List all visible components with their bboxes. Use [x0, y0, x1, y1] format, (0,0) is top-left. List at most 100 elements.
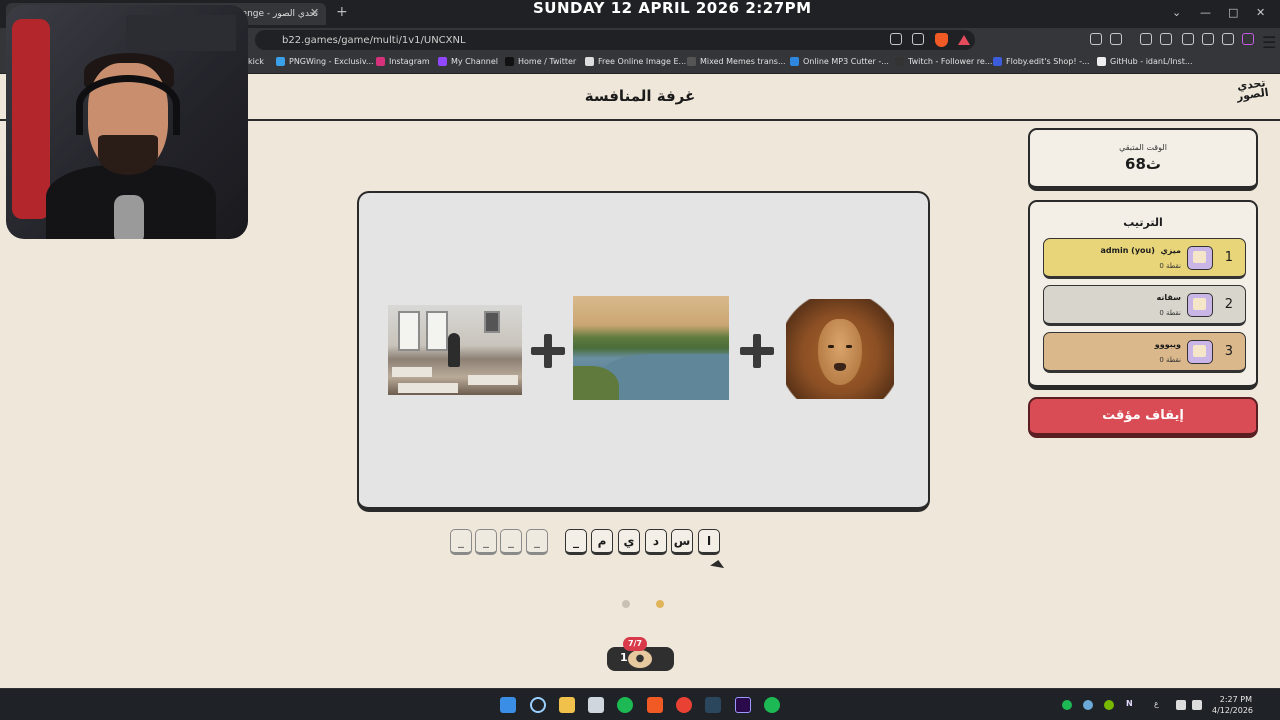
tray-onenote-icon[interactable]: N: [1126, 699, 1133, 708]
chrome-icon[interactable]: [676, 697, 692, 713]
answer-slot-empty[interactable]: _: [500, 529, 522, 555]
answer-slot-letter[interactable]: ا: [698, 529, 720, 555]
puzzle-card: [357, 191, 930, 512]
bookmark-label: Mixed Memes trans...: [700, 57, 786, 66]
tray-steam-icon[interactable]: [1083, 700, 1093, 710]
ranking-row: 3 ويبووو 0 نقطة: [1043, 332, 1246, 373]
player-points: 0 نقطة: [1159, 309, 1181, 317]
timer-label: الوقت المتبقي: [1119, 143, 1167, 152]
file-explorer-icon[interactable]: [559, 697, 575, 713]
leo-icon[interactable]: [1202, 33, 1214, 45]
profile-icon[interactable]: [1242, 33, 1254, 45]
music-icon[interactable]: [1160, 33, 1172, 45]
bookmark-label: kick: [248, 57, 264, 66]
input-language[interactable]: ع: [1154, 699, 1159, 708]
rank-number: 1: [1224, 250, 1233, 265]
answer-slot-empty[interactable]: _: [475, 529, 497, 555]
tab-list-chevron-icon[interactable]: ⌄: [1172, 6, 1181, 19]
bookmark-item[interactable]: PNGWing - Exclusiv...: [276, 57, 374, 66]
player-points: 0 نقطة: [1159, 262, 1181, 270]
close-window-icon[interactable]: ✕: [1256, 6, 1265, 19]
bookmark-label: My Channel: [451, 57, 499, 66]
bookmark-label: Floby.edit's Shop! -...: [1006, 57, 1090, 66]
pause-button[interactable]: إيقاف مؤقت: [1028, 397, 1258, 438]
maximize-icon[interactable]: □: [1228, 6, 1238, 19]
url-text: b22.games/game/multi/1v1/UNCXNL: [282, 34, 466, 46]
volume-icon[interactable]: [1192, 700, 1202, 710]
rank-number: 2: [1224, 297, 1233, 312]
minimize-icon[interactable]: —: [1200, 6, 1211, 19]
bookmark-item[interactable]: Mixed Memes trans...: [687, 57, 786, 66]
start-icon[interactable]: [500, 697, 516, 713]
site-logo[interactable]: تحدي الصور: [1231, 76, 1273, 103]
page-title: غرفة المنافسة: [584, 87, 696, 105]
answer-slot-letter[interactable]: د: [645, 529, 667, 555]
brave-shield-icon[interactable]: [935, 33, 948, 47]
answer-slot-letter[interactable]: م: [591, 529, 613, 555]
bookmark-item[interactable]: GitHub - idanL/Inst...: [1097, 57, 1192, 66]
github-icon: [1097, 57, 1106, 66]
share-icon[interactable]: [912, 33, 924, 45]
player-points: 0 نقطة: [1159, 356, 1181, 364]
brave-icon[interactable]: [647, 697, 663, 713]
reading-list-icon[interactable]: [1140, 33, 1152, 45]
page-dot-active[interactable]: [656, 600, 664, 608]
answer-slot-empty[interactable]: _: [450, 529, 472, 555]
player-avatar: [1187, 246, 1213, 270]
shop-icon: [993, 57, 1002, 66]
address-bar[interactable]: b22.games/game/multi/1v1/UNCXNL: [255, 30, 975, 50]
steam-icon[interactable]: [705, 697, 721, 713]
search-icon[interactable]: [530, 697, 546, 713]
network-icon[interactable]: [1176, 700, 1186, 710]
player-name: سقانه: [1156, 293, 1181, 302]
rank-number: 3: [1224, 344, 1233, 359]
bookmark-item[interactable]: My Channel: [438, 57, 498, 66]
memes-icon: [687, 57, 696, 66]
bookmark-item[interactable]: Online MP3 Cutter -...: [790, 57, 889, 66]
windows-taskbar: N ع 2:27 PM 4/12/2026: [0, 688, 1280, 720]
extensions-icon[interactable]: [1090, 33, 1102, 45]
answer-slot-letter[interactable]: _: [565, 529, 587, 555]
answer-slot-empty[interactable]: _: [526, 529, 548, 555]
premiere-icon[interactable]: [735, 697, 751, 713]
screenshot-icon[interactable]: [1110, 33, 1122, 45]
answer-slot-letter[interactable]: س: [671, 529, 693, 555]
player-avatar: [1187, 293, 1213, 317]
stream-datetime-overlay: SUNDAY 12 APRIL 2026 2:27PM: [533, 0, 812, 17]
bookmark-item[interactable]: Twitch - Follower re...: [895, 57, 992, 66]
brave-rewards-icon[interactable]: [958, 35, 970, 45]
tab-close-icon[interactable]: ✕: [310, 6, 319, 19]
bookmark-label: Online MP3 Cutter -...: [803, 57, 889, 66]
ranking-row: 1 admin (you) ميزي 0 نقطة: [1043, 238, 1246, 279]
ranking-title: الترتيب: [1123, 216, 1163, 229]
player-name: ويبووو: [1154, 340, 1181, 349]
bookmark-item[interactable]: kick: [248, 57, 264, 66]
obs-icon[interactable]: [764, 697, 780, 713]
bookmark-item[interactable]: Instagram: [376, 57, 430, 66]
mp3-cutter-icon: [790, 57, 799, 66]
spotify-icon[interactable]: [617, 697, 633, 713]
new-tab-icon[interactable]: +: [336, 4, 348, 20]
translate-icon[interactable]: [890, 33, 902, 45]
ranking-row: 2 سقانه 0 نقطة: [1043, 285, 1246, 326]
pngwing-icon: [276, 57, 285, 66]
menu-icon[interactable]: ☰: [1262, 33, 1276, 52]
tray-nvidia-icon[interactable]: [1104, 700, 1114, 710]
store-icon[interactable]: [588, 697, 604, 713]
bookmark-item[interactable]: Free Online Image E...: [585, 57, 686, 66]
twitch-icon: [895, 57, 904, 66]
mouse-cursor-icon: [710, 559, 730, 583]
bookmark-label: Twitch - Follower re...: [908, 57, 993, 66]
sidebar-icon[interactable]: [1182, 33, 1194, 45]
vpn-icon[interactable]: [1222, 33, 1234, 45]
page-dot-inactive[interactable]: [622, 600, 630, 608]
system-clock[interactable]: 2:27 PM 4/12/2026: [1212, 694, 1253, 716]
player-name: admin (you) ميزي: [1100, 246, 1181, 255]
image-editor-icon: [585, 57, 594, 66]
bookmark-item[interactable]: Floby.edit's Shop! -...: [993, 57, 1090, 66]
bookmark-item[interactable]: Home / Twitter: [505, 57, 576, 66]
plus-icon: [740, 334, 774, 368]
tray-spotify-icon[interactable]: [1062, 700, 1072, 710]
hint-button[interactable]: 1 ● 7/7: [607, 637, 674, 671]
answer-slot-letter[interactable]: ي: [618, 529, 640, 555]
